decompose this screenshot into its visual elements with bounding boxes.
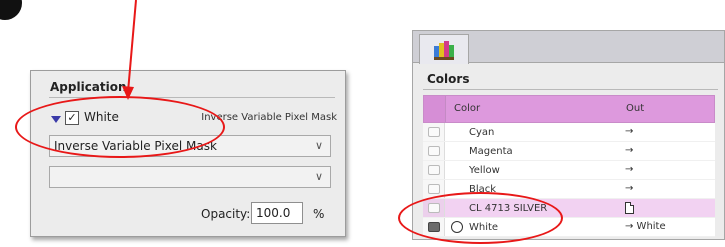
document-icon (625, 202, 634, 214)
tab-colors[interactable] (419, 34, 469, 64)
annotation-ellipse (15, 96, 225, 158)
output-value: → (625, 145, 634, 156)
table-row[interactable]: Cyan → (423, 123, 715, 142)
printer-icon (428, 146, 440, 156)
output-value: → (625, 164, 634, 175)
table-header: Color Out (423, 95, 715, 123)
column-header-out[interactable]: Out (626, 103, 644, 114)
opacity-label: Opacity: (201, 207, 251, 221)
printer-icon (428, 184, 440, 194)
table-row[interactable]: Magenta → (423, 142, 715, 161)
printer-icon (428, 127, 440, 137)
column-header-color[interactable]: Color (454, 103, 480, 114)
output-value: → White (625, 221, 666, 232)
color-name: Magenta (469, 146, 513, 157)
row-gutter (423, 123, 445, 141)
chevron-down-icon: ∨ (314, 170, 323, 183)
opacity-unit: % (313, 207, 325, 221)
header-select-cell (424, 96, 446, 122)
panel-title: Colors (427, 72, 470, 86)
color-swatches-icon (434, 41, 454, 60)
divider (423, 89, 718, 90)
tab-strip (413, 31, 724, 64)
black-circle-marker (0, 0, 22, 20)
output-value: → (625, 126, 634, 137)
printer-icon (428, 165, 440, 175)
row-gutter (423, 161, 445, 179)
color-name: Yellow (469, 165, 500, 176)
secondary-dropdown[interactable]: ∨ (49, 166, 331, 188)
annotation-ellipse (398, 192, 563, 244)
chevron-down-icon: ∨ (314, 139, 323, 152)
opacity-input[interactable]: 100.0 (251, 202, 303, 224)
color-name: Cyan (469, 127, 495, 138)
panel-title: Application (50, 80, 127, 94)
output-value: → (625, 183, 634, 194)
table-row[interactable]: Yellow → (423, 161, 715, 180)
row-gutter (423, 142, 445, 160)
